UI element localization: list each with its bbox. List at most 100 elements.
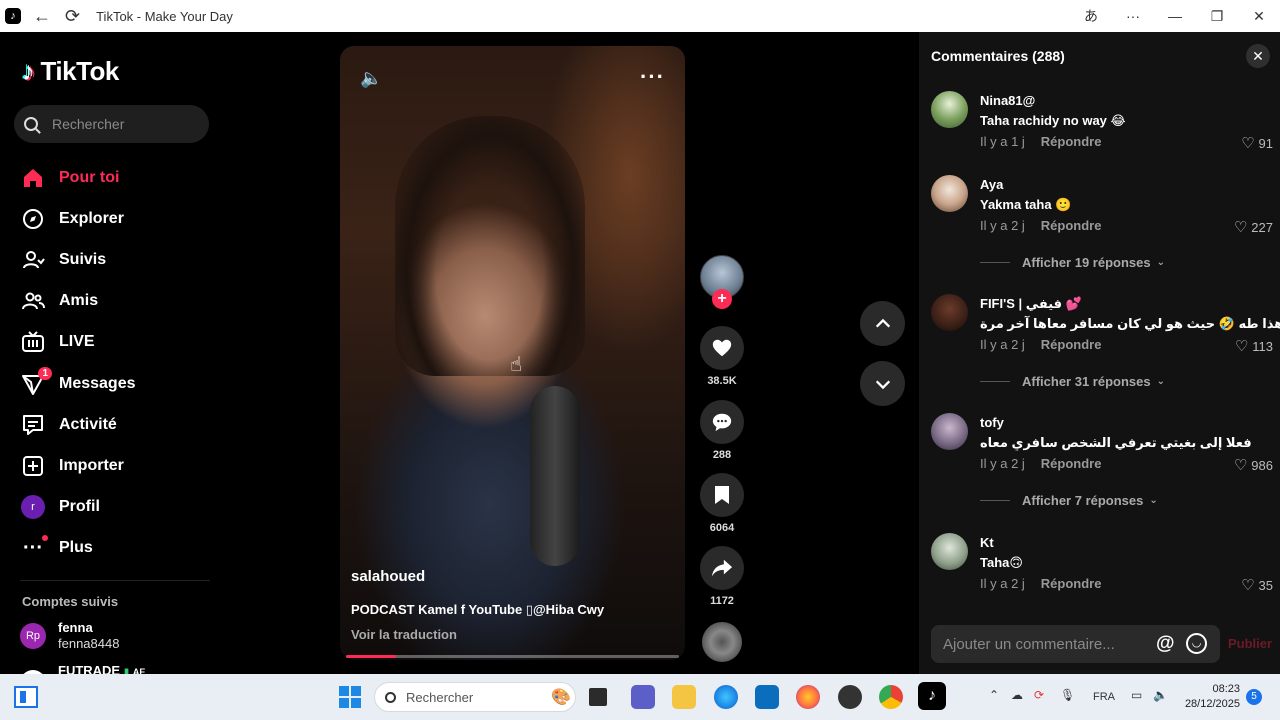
sync-icon[interactable]: ⟳ — [1034, 688, 1044, 702]
chrome-icon[interactable] — [879, 685, 903, 709]
comment-username[interactable]: Nina81@ — [980, 93, 1035, 108]
shares-count: 1172 — [710, 595, 734, 607]
comment-like-button[interactable]: ♡ 227 — [1234, 218, 1273, 236]
cloud-icon[interactable]: ☁ — [1011, 688, 1023, 702]
widgets-icon[interactable] — [14, 686, 38, 708]
minimize-button[interactable]: — — [1154, 8, 1196, 24]
follow-plus-button[interactable]: + — [712, 289, 732, 309]
comment-avatar[interactable] — [931, 533, 968, 570]
sidebar-search[interactable] — [14, 105, 209, 143]
comment-like-button[interactable]: ♡ 35 — [1241, 576, 1273, 594]
edge-icon[interactable] — [714, 685, 738, 709]
tiktok-taskbar-icon[interactable]: ♪ — [918, 682, 946, 710]
language-indicator[interactable]: FRA — [1093, 691, 1115, 703]
like-button[interactable] — [700, 326, 744, 370]
volume-icon[interactable]: 🔈 — [1153, 688, 1168, 702]
store-icon[interactable] — [755, 685, 779, 709]
nav-explore[interactable]: Explorer — [20, 198, 136, 239]
video-progress-bar[interactable] — [346, 655, 679, 658]
nav-upload[interactable]: Importer — [20, 445, 136, 486]
nav-for-you[interactable]: Pour toi — [20, 157, 136, 198]
app-icon[interactable] — [838, 685, 862, 709]
comment-avatar[interactable] — [931, 294, 968, 331]
reply-button[interactable]: Répondre — [1041, 456, 1102, 471]
show-replies-button[interactable]: Afficher 19 réponses ⌄ — [980, 255, 1165, 270]
comment-avatar[interactable] — [931, 413, 968, 450]
comment-input-box[interactable]: @ ◡ — [931, 625, 1220, 663]
chevron-down-icon: ⌄ — [1149, 495, 1158, 506]
main-nav: Pour toi Explorer Suivis Amis LIVE 1 Mes… — [20, 157, 136, 569]
comment-username[interactable]: Aya — [980, 177, 1003, 192]
comment-like-button[interactable]: ♡ 113 — [1235, 337, 1273, 355]
save-button[interactable] — [700, 473, 744, 517]
followed-account[interactable]: Rp fenna fenna8448 — [20, 620, 119, 652]
nav-profile[interactable]: r Profil — [20, 487, 136, 528]
comment-item: Aya Yakma taha 🙂 Il y a 2 j Répondre ♡ 227 — [931, 175, 1276, 236]
search-input[interactable] — [52, 116, 192, 132]
share-button[interactable] — [700, 546, 744, 590]
chevron-up-icon[interactable]: ⌃ — [989, 688, 999, 702]
post-comment-button[interactable]: Publier — [1228, 636, 1272, 651]
back-arrow-icon[interactable]: ← — [33, 6, 51, 27]
microphone-icon[interactable]: 🎙 — [1060, 688, 1075, 702]
comment-username[interactable]: Kt — [980, 535, 994, 550]
teams-icon[interactable] — [631, 685, 655, 709]
comment-like-button[interactable]: ♡ 986 — [1234, 456, 1273, 474]
next-video-button[interactable] — [860, 361, 905, 406]
translate-link[interactable]: Voir la traduction — [351, 627, 457, 642]
following-icon — [20, 247, 46, 273]
notification-badge[interactable]: 5 — [1246, 689, 1262, 705]
windows-start-icon[interactable] — [339, 686, 361, 708]
comment-like-count: 227 — [1251, 219, 1273, 235]
show-replies-button[interactable]: Afficher 7 réponses ⌄ — [980, 493, 1158, 508]
previous-video-button[interactable] — [860, 301, 905, 346]
friends-icon — [20, 288, 46, 314]
nav-friends[interactable]: Amis — [20, 281, 136, 322]
nav-messages[interactable]: 1 Messages — [20, 363, 136, 404]
file-explorer-icon[interactable] — [672, 685, 696, 709]
saves-count: 6064 — [709, 522, 735, 534]
network-icon[interactable]: ▭ — [1131, 688, 1142, 702]
translate-icon[interactable]: あ — [1070, 6, 1112, 26]
tiktok-logo[interactable]: ♪ TikTok — [22, 56, 119, 87]
reply-button[interactable]: Répondre — [1041, 337, 1102, 352]
followed-handle: fenna8448 — [58, 636, 120, 651]
close-comments-button[interactable]: ✕ — [1246, 44, 1270, 68]
comment-username[interactable]: FIFI'S | فيفي 💕 — [980, 296, 1082, 312]
reply-button[interactable]: Répondre — [1041, 218, 1102, 233]
video-author[interactable]: salahoued — [351, 568, 425, 585]
video-more-icon[interactable]: ··· — [640, 64, 665, 90]
mention-icon[interactable]: @ — [1156, 633, 1175, 655]
comments-panel: Commentaires (288) ✕ Nina81@ Taha rachid… — [919, 32, 1280, 674]
comment-like-button[interactable]: ♡ 91 — [1241, 134, 1273, 152]
compass-icon — [20, 206, 46, 232]
comment-item: Kt Taha🙃 Il y a 2 j Répondre ♡ 35 — [931, 533, 1276, 594]
likes-count: 38.5K — [707, 375, 737, 387]
task-view-icon[interactable] — [589, 688, 607, 706]
reply-button[interactable]: Répondre — [1041, 134, 1102, 149]
restore-button[interactable]: ❐ — [1196, 8, 1238, 25]
reload-icon[interactable]: ⟳ — [65, 6, 80, 27]
nav-more[interactable]: ··· Plus — [20, 528, 136, 569]
comment-username[interactable]: tofy — [980, 415, 1004, 430]
nav-activity[interactable]: Activité — [20, 404, 136, 445]
reply-button[interactable]: Répondre — [1041, 576, 1102, 591]
followed-name: fenna — [58, 620, 93, 635]
volume-icon[interactable]: 🔈 — [360, 68, 382, 89]
comment-input[interactable] — [943, 635, 1153, 653]
comment-button[interactable] — [700, 400, 744, 444]
firefox-icon[interactable] — [796, 685, 820, 709]
search-highlight-icon: 🎨 — [551, 689, 571, 706]
emoji-icon[interactable]: ◡ — [1186, 633, 1207, 654]
music-disc[interactable] — [702, 622, 742, 662]
heart-outline-icon: ♡ — [1241, 135, 1255, 152]
comment-avatar[interactable] — [931, 91, 968, 128]
comment-avatar[interactable] — [931, 175, 968, 212]
more-options-icon[interactable]: ··· — [1112, 8, 1154, 24]
nav-following[interactable]: Suivis — [20, 239, 136, 280]
close-window-button[interactable]: ✕ — [1238, 8, 1280, 25]
taskbar-clock[interactable]: 08:23 28/12/2025 — [1185, 682, 1240, 712]
nav-live[interactable]: LIVE — [20, 322, 136, 363]
taskbar-search[interactable]: Rechercher 🎨 — [374, 682, 576, 712]
show-replies-button[interactable]: Afficher 31 réponses ⌄ — [980, 374, 1165, 389]
